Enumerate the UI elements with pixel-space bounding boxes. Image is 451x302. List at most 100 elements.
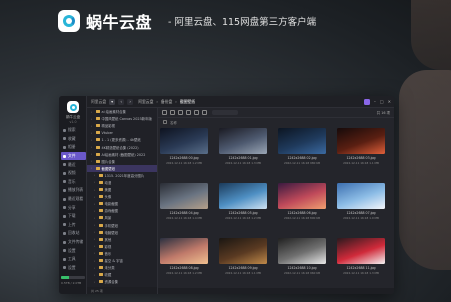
chevron-right-icon[interactable]: › [91, 110, 94, 114]
image-thumbnail[interactable]: 1242x2688 04.jpg 2022-12-11 16:18 1.4 MB [160, 183, 208, 220]
image-thumbnail[interactable]: 1242x2688 01.jpg 2022-12-11 16:18 1.3 MB [219, 128, 267, 165]
chevron-right-icon[interactable]: › [94, 259, 97, 263]
chevron-right-icon[interactable]: › [94, 188, 97, 192]
breadcrumb-item[interactable]: 截图壁纸 [180, 99, 195, 105]
refresh-icon[interactable] [178, 110, 183, 115]
chevron-right-icon[interactable]: › [91, 166, 94, 170]
tree-folder-row[interactable]: › 4K精选壁纸合集 (2022) [87, 143, 157, 150]
image-thumbnail[interactable]: 1242x2688 07.jpg 2022-12-11 16:18 1.0 MB [337, 183, 385, 220]
chevron-right-icon[interactable]: › [91, 124, 94, 128]
tree-folder-row[interactable]: › 风景 [87, 214, 157, 221]
sidebar-item[interactable]: 下载 [61, 212, 86, 221]
tree-folder-row[interactable]: › 收藏 [87, 271, 157, 278]
chevron-right-icon[interactable]: › [91, 117, 94, 121]
forward-button[interactable]: › [127, 98, 134, 105]
chevron-right-icon[interactable]: › [91, 159, 94, 163]
tree-folder-row[interactable]: › 资源合集 [87, 278, 157, 285]
search-input[interactable] [212, 110, 238, 115]
sidebar-item[interactable]: 设置 [61, 246, 86, 255]
sidebar-item[interactable]: 搜索 [61, 126, 86, 135]
tree-folder-row[interactable]: › 电脑壁纸 [87, 229, 157, 236]
sidebar-item[interactable]: 视频 [61, 169, 86, 178]
sidebar-item[interactable]: 文件传输 [61, 238, 86, 247]
sidebar-item[interactable]: 回收站 [61, 229, 86, 238]
image-thumbnail[interactable]: 1242x2688 11.jpg 2022-12-11 16:18 1.3 MB [337, 238, 385, 275]
tree-folder-row[interactable]: › 1315. 2021年度高分图片 [87, 172, 157, 179]
tree-folder-row[interactable]: › Vtuber [87, 129, 157, 136]
chevron-right-icon[interactable]: › [94, 202, 97, 206]
tree-folder-row[interactable]: › 其他 [87, 236, 157, 243]
sidebar-item[interactable]: 最近 [61, 160, 86, 169]
tree-folder-row[interactable]: › 头像 [87, 193, 157, 200]
image-thumbnail[interactable]: 1242x2688 10.jpg 2022-12-11 16:18 960 KB [278, 238, 326, 275]
breadcrumb-item[interactable]: 备份盘 [161, 99, 172, 105]
chevron-right-icon[interactable]: › [94, 273, 97, 277]
chevron-right-icon[interactable]: › [91, 152, 94, 156]
chevron-right-icon[interactable]: › [94, 223, 97, 227]
select-all-checkbox[interactable] [163, 120, 167, 124]
chevron-right-icon[interactable]: › [94, 173, 97, 177]
tree-folder-row[interactable]: › 游戏截图 [87, 207, 157, 214]
chevron-right-icon[interactable]: › [94, 237, 97, 241]
sort-icon[interactable] [186, 110, 191, 115]
tree-folder-row[interactable]: › 电影截图 [87, 200, 157, 207]
sidebar-item-icon [63, 154, 66, 158]
tree-folder-row[interactable]: › 音乐 [87, 250, 157, 257]
chevron-right-icon[interactable]: › [94, 280, 97, 284]
avatar[interactable] [363, 99, 370, 105]
tree-folder-row[interactable]: › 手机壁纸 [87, 222, 157, 229]
back-button[interactable]: ‹ [118, 98, 125, 105]
image-thumbnail[interactable]: 1242x2688 05.jpg 2022-12-11 16:18 1.2 MB [219, 183, 267, 220]
image-thumbnail[interactable]: 1242x2688 00.jpg 2022-12-11 16:18 1.2 MB [160, 128, 208, 165]
upload-icon[interactable] [162, 110, 167, 115]
column-name-header[interactable]: 名称 [170, 120, 177, 125]
image-thumbnail[interactable]: 1242x2688 03.jpg 2022-12-11 16:18 1.1 MB [337, 128, 385, 165]
sidebar-item[interactable]: 设置 [61, 264, 86, 273]
tree-folder-row[interactable]: › AI绘画素材 (截图壁纸) 2022 [87, 151, 157, 158]
breadcrumb-item[interactable]: 阿里云盘 [138, 99, 153, 105]
close-icon[interactable]: ✕ [388, 99, 391, 105]
chevron-right-icon[interactable]: › [91, 145, 94, 149]
tree-folder-row[interactable]: › 中国风壁纸 Canvas 2023新年版 [87, 115, 157, 122]
sidebar-item[interactable]: 播放列表 [61, 186, 86, 195]
tree-folder-row[interactable]: › 影视 [87, 243, 157, 250]
sidebar-item[interactable]: 最近观看 [61, 195, 86, 204]
chevron-right-icon[interactable]: › [94, 216, 97, 220]
image-thumbnail[interactable]: 1242x2688 09.jpg 2022-12-11 16:18 1.1 MB [219, 238, 267, 275]
tree-folder-row[interactable]: › 星空 & 宇宙 [87, 257, 157, 264]
sidebar-item[interactable]: 文件 [61, 151, 86, 161]
tree-folder-row[interactable]: › 美图 [87, 186, 157, 193]
filter-icon[interactable] [194, 110, 199, 115]
tree-folder-row[interactable]: › 1 - 1 (更多资源) - 4k壁纸 [87, 136, 157, 143]
tree-folder-row[interactable]: › 精品影视 [87, 122, 157, 129]
view-mode-icon[interactable] [202, 110, 207, 115]
sidebar-item[interactable]: 上传 [61, 221, 86, 230]
tree-folder-row[interactable]: › 动漫 [87, 179, 157, 186]
image-thumbnail[interactable]: 1242x2688 06.jpg 2022-12-11 16:18 890 KB [278, 183, 326, 220]
chevron-right-icon[interactable]: › [91, 131, 94, 135]
sidebar-item[interactable]: 工具 [61, 255, 86, 264]
sidebar-item[interactable]: 相册 [61, 143, 86, 152]
tree-folder-row[interactable]: › 未分类 [87, 264, 157, 271]
tree-folder-row[interactable]: › ai 绘画素材合集 [87, 108, 157, 115]
image-thumbnail[interactable]: 1242x2688 02.jpg 2022-12-11 16:18 980 KB [278, 128, 326, 165]
tree-folder-row[interactable]: › 图片合集 [87, 158, 157, 165]
image-thumbnail[interactable]: 1242x2688 08.jpg 2022-12-11 16:18 1.2 MB [160, 238, 208, 275]
chevron-right-icon[interactable]: › [94, 230, 97, 234]
chevron-right-icon[interactable]: › [91, 138, 94, 142]
maximize-icon[interactable]: □ [380, 99, 384, 105]
chevron-right-icon[interactable]: › [94, 251, 97, 255]
chevron-right-icon[interactable]: › [94, 266, 97, 270]
tree-folder-row[interactable]: › 截图壁纸 [87, 164, 157, 172]
sidebar-item[interactable]: 收藏 [61, 135, 86, 144]
chevron-right-icon[interactable]: › [94, 180, 97, 184]
sidebar-item[interactable]: 音乐 [61, 178, 86, 187]
sidebar-item-icon [63, 180, 66, 184]
sidebar-item[interactable]: 分享 [61, 203, 86, 212]
chevron-right-icon[interactable]: › [94, 209, 97, 213]
chevron-right-icon[interactable]: › [94, 244, 97, 248]
chevron-right-icon[interactable]: › [94, 195, 97, 199]
drive-switch-button[interactable]: ▾ [109, 98, 116, 105]
new-folder-icon[interactable] [170, 110, 175, 115]
minimize-icon[interactable]: – [374, 99, 376, 105]
